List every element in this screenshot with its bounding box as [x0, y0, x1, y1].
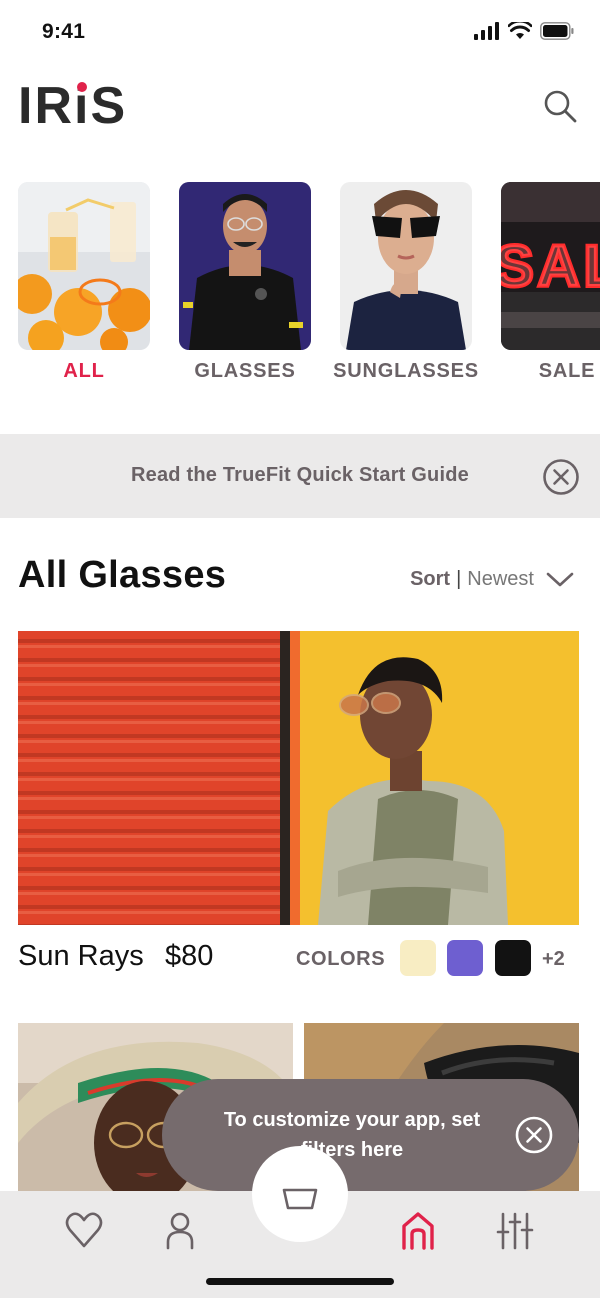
svg-text:SAL: SAL: [501, 234, 600, 299]
status-time: 9:41: [42, 20, 86, 43]
product-price: $80: [165, 940, 214, 972]
color-swatch-black[interactable]: [495, 940, 531, 976]
banner-close-button[interactable]: [542, 458, 580, 496]
status-icons: [474, 22, 574, 40]
category-all-label: ALL: [63, 360, 105, 382]
category-carousel[interactable]: ALL GLASSES SUNGLASSES SA SA SALE: [0, 182, 600, 392]
category-sale-image: SAL SAL: [501, 182, 600, 350]
chevron-down-icon: [546, 572, 574, 586]
tab-profile[interactable]: [160, 1210, 200, 1250]
sort-dropdown[interactable]: Sort | Newest: [410, 568, 574, 591]
category-sale[interactable]: SAL SAL SALE: [501, 182, 600, 382]
signal-icon: [474, 22, 499, 40]
section-title: All Glasses: [18, 554, 227, 596]
close-circle-icon: [515, 1116, 553, 1154]
category-glasses-image: [179, 182, 311, 350]
app-logo[interactable]: IRi S: [18, 78, 127, 134]
search-icon: [544, 90, 577, 123]
filters-tooltip: To customize your app, set filters here: [162, 1079, 579, 1191]
user-icon: [166, 1212, 194, 1250]
filters-tooltip-text: To customize your app, set filters here: [223, 1109, 481, 1161]
cart-button[interactable]: [252, 1146, 348, 1242]
tab-filters[interactable]: [495, 1210, 535, 1250]
quick-start-banner[interactable]: Read the TrueFit Quick Start Guide: [0, 434, 600, 518]
color-swatch-cream[interactable]: [400, 940, 436, 976]
category-glasses-label: GLASSES: [194, 360, 296, 382]
tooltip-close-button[interactable]: [514, 1115, 554, 1155]
category-sunglasses-label: SUNGLASSES: [333, 360, 479, 382]
wifi-icon: [508, 22, 532, 39]
search-button[interactable]: [540, 86, 580, 126]
color-swatch-purple[interactable]: [447, 940, 483, 976]
status-bar: 9:41: [0, 0, 600, 64]
close-circle-icon: [543, 459, 579, 495]
heart-icon: [65, 1212, 103, 1248]
sort-label: Sort: [410, 568, 451, 590]
sort-separator: |: [456, 568, 462, 590]
tab-favorites[interactable]: [64, 1210, 104, 1250]
colors-label: COLORS: [296, 948, 386, 970]
logo-text-start: IR: [18, 77, 74, 135]
tab-home[interactable]: [398, 1210, 438, 1250]
shopping-bag-icon: [282, 1188, 318, 1210]
product-name[interactable]: Sun Rays: [18, 940, 144, 973]
home-icon: [402, 1212, 434, 1250]
category-sale-label: SALE: [538, 360, 596, 382]
more-colors-count[interactable]: +2: [542, 948, 565, 971]
battery-icon: [540, 22, 574, 40]
home-indicator: [206, 1278, 394, 1285]
category-glasses[interactable]: GLASSES: [179, 182, 311, 382]
product-image[interactable]: [18, 631, 579, 925]
logo-text-end: S: [90, 77, 128, 135]
logo-i: i: [74, 78, 90, 134]
category-all[interactable]: ALL: [18, 182, 150, 382]
category-all-image: [18, 182, 150, 350]
sliders-icon: [496, 1212, 534, 1250]
category-sunglasses-image: [340, 182, 472, 350]
category-sunglasses[interactable]: SUNGLASSES: [333, 182, 478, 382]
quick-start-banner-text[interactable]: Read the TrueFit Quick Start Guide: [0, 464, 600, 487]
sort-value: Newest: [467, 568, 534, 590]
